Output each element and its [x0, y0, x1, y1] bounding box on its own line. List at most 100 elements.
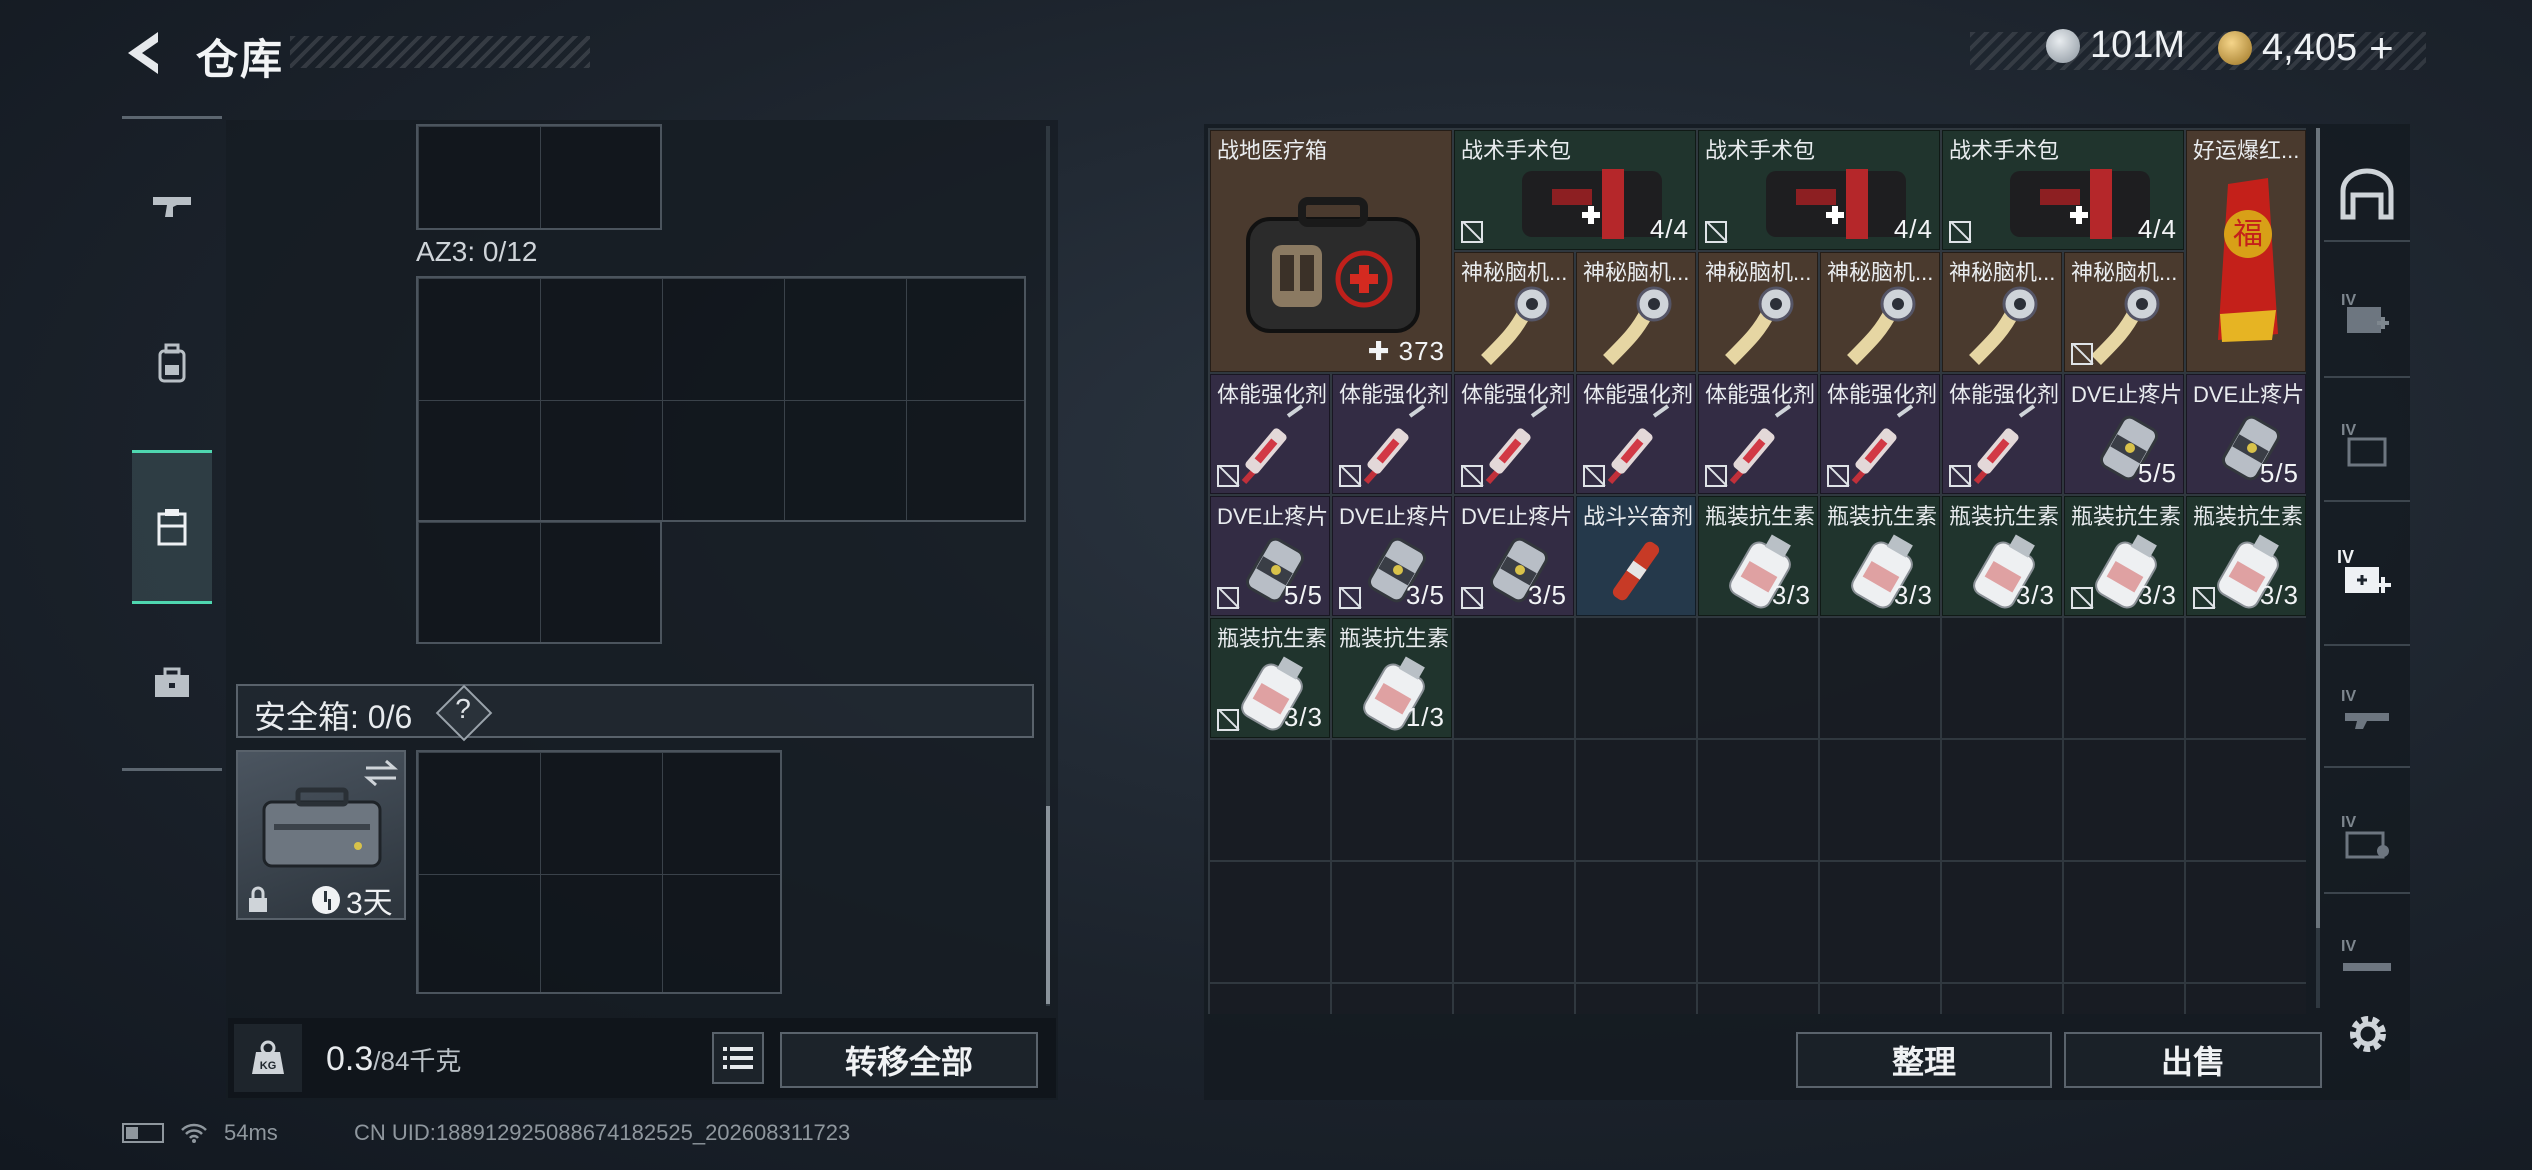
warehouse-tab-5[interactable]: IV	[2332, 926, 2402, 996]
inventory-item[interactable]: DVE止疼片 3/5	[1332, 496, 1452, 616]
item-name: 体能强化剂	[1705, 382, 1816, 407]
gold-currency[interactable]: 4,405 +	[2218, 24, 2394, 72]
inventory-item[interactable]: 神秘脑机...	[1576, 252, 1696, 372]
pistol-icon	[153, 197, 191, 217]
clock-icon	[312, 886, 340, 914]
rail-divider	[2324, 766, 2410, 768]
silver-currency[interactable]: 101M	[2046, 24, 2185, 67]
left-scrollbar-thumb[interactable]	[1046, 806, 1050, 1004]
inventory-item[interactable]: 神秘脑机...	[1942, 252, 2062, 372]
inventory-item[interactable]: 战术手术包 4/4	[1942, 130, 2184, 250]
inventory-item[interactable]: DVE止疼片 3/5	[1454, 496, 1574, 616]
item-name: 体能强化剂	[1583, 382, 1694, 407]
warehouse-tab-medical[interactable]: IV	[2332, 540, 2402, 610]
inventory-item[interactable]: 体能强化剂	[1454, 374, 1574, 494]
toolbox-icon	[155, 667, 189, 697]
status-bar: 54ms	[122, 1120, 278, 1146]
inventory-item[interactable]: 体能强化剂	[1820, 374, 1940, 494]
item-name: 战术手术包	[1949, 138, 2060, 163]
inventory-item[interactable]: DVE止疼片 5/5	[2186, 374, 2306, 494]
item-name: 瓶装抗生素	[1217, 626, 1328, 651]
inventory-item[interactable]: 体能强化剂	[1332, 374, 1452, 494]
no-drop-icon	[1217, 709, 1239, 731]
inventory-item[interactable]: 神秘脑机...	[1454, 252, 1574, 372]
inventory-item[interactable]: 神秘脑机...	[2064, 252, 2184, 372]
warehouse-tab-2[interactable]: IV	[2332, 410, 2402, 480]
warehouse-tab-3[interactable]: IV	[2332, 676, 2402, 746]
inventory-item[interactable]: DVE止疼片 5/5	[1210, 496, 1330, 616]
item-image	[1710, 280, 1810, 371]
inventory-item[interactable]: 瓶装抗生素 3/3	[1820, 496, 1940, 616]
rail-divider	[2324, 376, 2410, 378]
safe-box-label: 安全箱: 0/6	[254, 699, 413, 735]
item-count: 4/4	[1893, 214, 1933, 244]
safe-case-days: 3天	[346, 887, 393, 920]
no-drop-icon	[1217, 465, 1239, 487]
add-currency-button[interactable]: +	[2369, 24, 2394, 72]
rail-divider	[122, 116, 222, 119]
item-name: 瓶装抗生素	[1705, 504, 1816, 529]
inventory-item[interactable]: 体能强化剂	[1576, 374, 1696, 494]
inventory-item[interactable]: 战斗兴奋剂	[1576, 496, 1696, 616]
storage-gear-icon: IV	[2341, 814, 2389, 859]
az3-grid-extension[interactable]	[416, 520, 662, 644]
silver-amount: 101M	[2090, 24, 2186, 66]
right-scrollbar-thumb[interactable]	[2316, 128, 2320, 928]
back-arrow-icon[interactable]	[118, 26, 168, 80]
inventory-item[interactable]: DVE止疼片 5/5	[2064, 374, 2184, 494]
gold-amount: 4,405	[2262, 26, 2358, 69]
item-image	[1954, 280, 2054, 371]
transfer-all-button[interactable]: 转移全部	[780, 1032, 1038, 1088]
inventory-item[interactable]: 瓶装抗生素 3/3	[2186, 496, 2306, 616]
inventory-item[interactable]: 神秘脑机...	[1698, 252, 1818, 372]
inventory-item[interactable]: 战术手术包 4/4	[1698, 130, 1940, 250]
warehouse-tab-all[interactable]	[2332, 160, 2402, 230]
inventory-item[interactable]: 战地医疗箱 ✚ 373	[1210, 130, 1452, 372]
sort-button[interactable]: 整理	[1796, 1032, 2052, 1088]
item-image	[1588, 280, 1688, 371]
inventory-item[interactable]: 瓶装抗生素 3/3	[1942, 496, 2062, 616]
svg-text:IV: IV	[2341, 688, 2356, 705]
item-name: 战地医疗箱	[1217, 138, 1328, 163]
inventory-item[interactable]: 体能强化剂	[1210, 374, 1330, 494]
inventory-item[interactable]: 战术手术包 4/4	[1454, 130, 1696, 250]
no-drop-icon	[1461, 221, 1483, 243]
container-grid-top[interactable]	[416, 124, 662, 230]
item-image	[1238, 189, 1428, 344]
tab-toolbox[interactable]	[132, 610, 212, 758]
item-name: 神秘脑机...	[2071, 260, 2178, 285]
safe-box-grid[interactable]	[416, 750, 782, 994]
tab-backpack[interactable]	[132, 290, 212, 438]
no-drop-icon	[1461, 587, 1483, 609]
tab-weapons[interactable]	[132, 134, 212, 282]
weight-value: 0.3	[326, 1040, 374, 1078]
list-view-button[interactable]	[712, 1032, 764, 1084]
warehouse-grid[interactable]: 战地医疗箱 ✚ 373 战术手术包 4/4 战术手术包 4/4 战术手术包 4/4 福 好运爆红.…	[1208, 128, 2306, 1014]
warehouse-tab-4[interactable]: IV	[2332, 802, 2402, 872]
item-count: 5/5	[2259, 458, 2299, 488]
inventory-item[interactable]: 体能强化剂	[1698, 374, 1818, 494]
inventory-item[interactable]: 瓶装抗生素 3/3	[1210, 618, 1330, 738]
item-image	[1466, 280, 1566, 371]
item-name: 神秘脑机...	[1461, 260, 1568, 285]
warehouse-tab-1[interactable]: IV	[2332, 280, 2402, 350]
inventory-item[interactable]: 体能强化剂	[1942, 374, 2062, 494]
backpack-icon	[158, 343, 186, 383]
item-name: 体能强化剂	[1339, 382, 1450, 407]
inventory-item[interactable]: 神秘脑机...	[1820, 252, 1940, 372]
inventory-item[interactable]: 瓶装抗生素 3/3	[2064, 496, 2184, 616]
az3-grid-main[interactable]	[416, 276, 1026, 522]
inventory-item[interactable]: 瓶装抗生素 3/3	[1698, 496, 1818, 616]
lock-icon	[249, 886, 267, 912]
swap-icon[interactable]	[362, 758, 400, 788]
settings-gear-icon[interactable]	[2340, 1006, 2396, 1062]
tab-storage[interactable]	[132, 450, 212, 604]
inventory-item[interactable]: 瓶装抗生素 1/3	[1332, 618, 1452, 738]
rail-divider	[2324, 644, 2410, 646]
item-count: 3/3	[2015, 580, 2055, 610]
help-icon[interactable]: ?	[452, 693, 474, 725]
inventory-item[interactable]: 福 好运爆红...	[2186, 130, 2306, 372]
az3-capacity-label: AZ3: 0/12	[416, 236, 538, 267]
sell-button[interactable]: 出售	[2064, 1032, 2322, 1088]
no-drop-icon	[1339, 465, 1361, 487]
